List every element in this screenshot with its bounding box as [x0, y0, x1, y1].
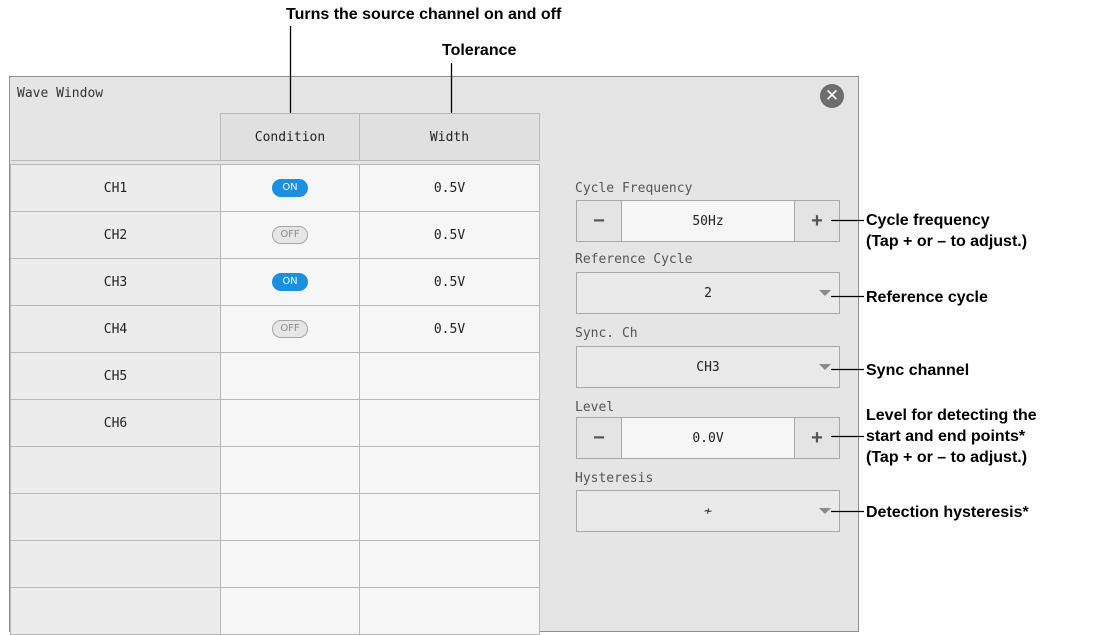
channel-table: Condition Width CH1 ON 0.5V CH2 OFF 0.5V…: [10, 113, 540, 635]
row-label[interactable]: CH3: [10, 258, 221, 306]
annotation-detection-hysteresis: Detection hysteresis*: [866, 504, 1029, 521]
row-label: [10, 540, 221, 588]
annotation-cycle-frequency-line1: Cycle frequency: [866, 212, 990, 229]
condition-cell: [220, 399, 360, 447]
close-icon[interactable]: ✕: [820, 84, 844, 108]
hysteresis-dropdown[interactable]: ≁: [576, 490, 840, 532]
chevron-down-icon: [819, 364, 831, 370]
table-row: [10, 446, 540, 494]
annotation-level: Level for detecting the start and end po…: [866, 405, 1037, 468]
width-cell[interactable]: 0.5V: [359, 211, 540, 259]
wave-window: Wave Window ✕ Condition Width CH1 ON 0.5…: [9, 76, 859, 635]
table-row: CH1 ON 0.5V: [10, 164, 540, 212]
cycle-frequency-stepper: − 50Hz +: [576, 200, 840, 242]
header-condition: Condition: [220, 113, 360, 161]
width-cell[interactable]: 0.5V: [359, 305, 540, 353]
condition-cell: [220, 352, 360, 400]
hysteresis-label: Hysteresis: [575, 471, 654, 486]
condition-toggle[interactable]: ON: [272, 273, 308, 291]
annotation-cycle-frequency-line2: (Tap + or – to adjust.): [866, 233, 1028, 250]
table-header-row: Condition Width: [10, 113, 540, 161]
row-label: [10, 446, 221, 494]
width-cell[interactable]: 0.5V: [359, 164, 540, 212]
table-row: [10, 493, 540, 541]
table-row: CH2 OFF 0.5V: [10, 211, 540, 259]
annotation-cycle-frequency: Cycle frequency (Tap + or – to adjust.): [866, 210, 1027, 252]
header-empty: [10, 113, 221, 161]
sync-ch-dropdown[interactable]: CH3: [576, 346, 840, 388]
condition-cell: [220, 446, 360, 494]
level-plus-button[interactable]: +: [794, 418, 839, 458]
reference-cycle-value: 2: [704, 285, 712, 301]
annotation-level-line2: start and end points*: [866, 428, 1026, 445]
level-minus-button[interactable]: −: [577, 418, 622, 458]
annotation-reference-cycle: Reference cycle: [866, 289, 988, 306]
sync-ch-label: Sync. Ch: [575, 326, 638, 341]
cycle-frequency-plus-button[interactable]: +: [794, 201, 839, 241]
row-label[interactable]: CH2: [10, 211, 221, 259]
level-label: Level: [575, 400, 615, 415]
level-stepper: − 0.0V +: [576, 417, 840, 459]
cycle-frequency-minus-button[interactable]: −: [577, 201, 622, 241]
chevron-down-icon: [819, 508, 831, 514]
window-title: Wave Window: [17, 86, 104, 101]
width-cell: [359, 587, 540, 635]
condition-cell[interactable]: OFF: [220, 305, 360, 353]
row-label[interactable]: CH4: [10, 305, 221, 353]
condition-cell[interactable]: ON: [220, 258, 360, 306]
table-row: CH5: [10, 352, 540, 400]
condition-toggle[interactable]: OFF: [272, 226, 308, 244]
condition-cell: [220, 493, 360, 541]
table-row: CH3 ON 0.5V: [10, 258, 540, 306]
sync-ch-value: CH3: [696, 359, 720, 375]
cycle-frequency-value[interactable]: 50Hz: [622, 201, 794, 241]
header-width: Width: [359, 113, 540, 161]
row-label[interactable]: CH6: [10, 399, 221, 447]
width-cell[interactable]: 0.5V: [359, 258, 540, 306]
condition-cell: [220, 587, 360, 635]
table-row: [10, 540, 540, 588]
condition-cell[interactable]: ON: [220, 164, 360, 212]
cycle-frequency-label: Cycle Frequency: [575, 181, 693, 196]
hysteresis-icon: ≁: [704, 503, 712, 519]
level-value[interactable]: 0.0V: [622, 418, 794, 458]
row-label[interactable]: CH1: [10, 164, 221, 212]
condition-toggle[interactable]: OFF: [272, 320, 308, 338]
width-cell: [359, 493, 540, 541]
reference-cycle-label: Reference Cycle: [575, 252, 693, 267]
width-cell: [359, 446, 540, 494]
condition-cell: [220, 540, 360, 588]
table-row: CH6: [10, 399, 540, 447]
annotation-sync-channel: Sync channel: [866, 362, 970, 379]
table-row: CH4 OFF 0.5V: [10, 305, 540, 353]
row-label[interactable]: CH5: [10, 352, 221, 400]
annotation-tolerance: Tolerance: [442, 42, 517, 59]
width-cell: [359, 352, 540, 400]
row-label: [10, 587, 221, 635]
condition-cell[interactable]: OFF: [220, 211, 360, 259]
reference-cycle-dropdown[interactable]: 2: [576, 272, 840, 314]
annotation-level-line1: Level for detecting the: [866, 407, 1037, 424]
row-label: [10, 493, 221, 541]
table-row: [10, 587, 540, 635]
annotation-source-channel: Turns the source channel on and off: [286, 6, 562, 23]
condition-toggle[interactable]: ON: [272, 179, 308, 197]
width-cell: [359, 399, 540, 447]
width-cell: [359, 540, 540, 588]
annotation-level-line3: (Tap + or – to adjust.): [866, 449, 1028, 466]
chevron-down-icon: [819, 290, 831, 296]
